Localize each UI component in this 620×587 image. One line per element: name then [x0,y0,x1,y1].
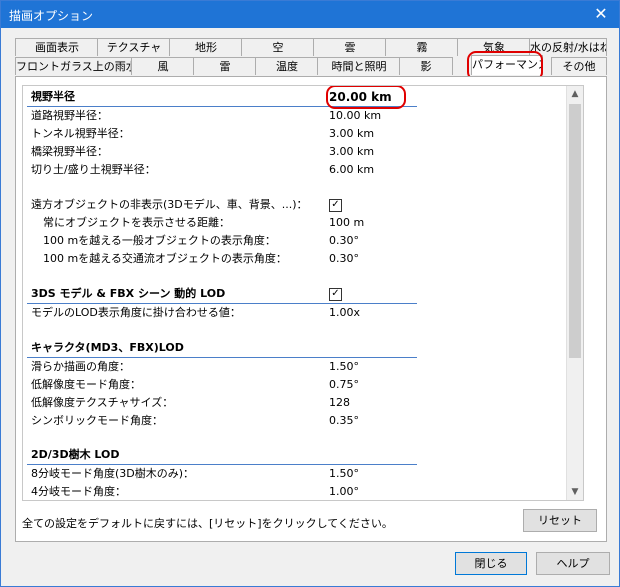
lowres-tex-value[interactable]: 128 [329,394,350,412]
always-dist-row[interactable]: 常にオブジェクトを表示させる距離： 100 m [27,214,417,232]
road-radius-label: 道路視野半径： [31,109,108,122]
tab-texture[interactable]: テクスチャ [97,38,171,56]
reset-button[interactable]: リセット [523,509,597,532]
tunnel-radius-value[interactable]: 3.00 km [329,125,374,143]
traffic-angle-row[interactable]: 100 mを越える交通流オブジェクトの表示角度： 0.30° [27,250,417,268]
cut-radius-row[interactable]: 切り土/盛り土視野半径： 6.00 km [27,161,417,179]
general-angle-row[interactable]: 100 mを越える一般オブジェクトの表示角度： 0.30° [27,232,417,250]
tab-other[interactable]: その他 [551,57,607,75]
symbolic-angle-value[interactable]: 0.35° [329,412,359,430]
tree-section-row: 2D/3D樹木 LOD [27,446,417,465]
title-bar: 描画オプション ✕ [1,1,619,28]
traffic-angle-label: 100 mを越える交通流オブジェクトの表示角度： [43,252,287,265]
lod-multiplier-label: モデルのLOD表示角度に掛け合わせる値： [31,306,241,319]
tab-display[interactable]: 画面表示 [15,38,99,56]
tunnel-radius-label: トンネル視野半径： [31,127,130,140]
tab-sky[interactable]: 空 [241,38,315,56]
tab-shadow[interactable]: 影 [399,57,453,75]
cut-radius-label: 切り土/盛り土視野半径： [31,163,156,176]
char-section-label: キャラクタ(MD3、FBX)LOD [31,341,184,354]
lowres-angle-value[interactable]: 0.75° [329,376,359,394]
lod-multiplier-value[interactable]: 1.00x [329,304,360,322]
value-highlight-circle [326,86,406,109]
far-hide-checkbox[interactable]: ✓ [329,199,342,212]
tree4-angle-value[interactable]: 1.00° [329,483,359,500]
scroll-up-icon[interactable]: ▲ [567,86,583,102]
bridge-radius-label: 橋梁視野半径： [31,145,108,158]
cut-radius-value[interactable]: 6.00 km [329,161,374,179]
tunnel-radius-row[interactable]: トンネル視野半径： 3.00 km [27,125,417,143]
vertical-scrollbar[interactable]: ▲ ▼ [566,86,583,500]
close-icon[interactable]: ✕ [589,3,613,25]
tab-terrain[interactable]: 地形 [169,38,243,56]
options-dialog: 描画オプション ✕ 画面表示 テクスチャ 地形 空 雲 霧 気象 水の反射/水は… [0,0,620,587]
char-section-row: キャラクタ(MD3、FBX)LOD [27,339,417,358]
scroll-down-icon[interactable]: ▼ [567,484,583,500]
smooth-angle-label: 滑らか描画の角度： [31,360,130,373]
reset-hint-text: 全ての設定をデフォルトに戻すには、[リセット]をクリックしてください。 [22,517,393,530]
lod-checkbox[interactable]: ✓ [329,288,342,301]
performance-panel: 視野半径 20.00 km 道路視野半径： 10.00 km トンネル視野半径：… [15,76,607,542]
symbolic-angle-label: シンボリックモード角度： [31,414,163,427]
scroll-thumb[interactable] [569,104,581,358]
lod-multiplier-row[interactable]: モデルのLOD表示角度に掛け合わせる値： 1.00x [27,304,417,322]
tab-clouds[interactable]: 雲 [313,38,387,56]
tab-lightning[interactable]: 雷 [193,57,257,75]
lowres-tex-label: 低解像度テクスチャサイズ： [31,396,174,409]
bridge-radius-row[interactable]: 橋梁視野半径： 3.00 km [27,143,417,161]
traffic-angle-value[interactable]: 0.30° [329,250,359,268]
far-hide-label: 遠方オブジェクトの非表示(3Dモデル、車、背景、...)： [31,198,308,211]
tree4-angle-label: 4分岐モード角度： [31,485,126,498]
tab-temperature[interactable]: 温度 [255,57,319,75]
tab-windshield-rain[interactable]: フロントガラス上の雨水 [15,57,133,75]
tree8-angle-value[interactable]: 1.50° [329,465,359,483]
lod-section-label: 3DS モデル & FBX シーン 動的 LOD [31,287,226,300]
always-dist-label: 常にオブジェクトを表示させる距離： [43,216,230,229]
smooth-angle-row[interactable]: 滑らか描画の角度： 1.50° [27,358,417,376]
tab-wind[interactable]: 風 [131,57,195,75]
settings-list: 視野半径 20.00 km 道路視野半径： 10.00 km トンネル視野半径：… [22,85,584,501]
road-radius-row[interactable]: 道路視野半径： 10.00 km [27,107,417,125]
always-dist-value[interactable]: 100 m [329,214,364,232]
symbolic-angle-row[interactable]: シンボリックモード角度： 0.35° [27,412,417,430]
close-button[interactable]: 閉じる [455,552,527,575]
road-radius-value[interactable]: 10.00 km [329,107,381,125]
tab-fog[interactable]: 霧 [385,38,459,56]
lowres-angle-row[interactable]: 低解像度モード角度： 0.75° [27,376,417,394]
lowres-tex-row[interactable]: 低解像度テクスチャサイズ： 128 [27,394,417,412]
view-radius-label: 視野半径 [31,90,75,103]
smooth-angle-value[interactable]: 1.50° [329,358,359,376]
tab-time-lighting[interactable]: 時間と照明 [317,57,401,75]
tree-section-label: 2D/3D樹木 LOD [31,448,120,461]
window-title: 描画オプション [9,9,94,23]
far-hide-row[interactable]: 遠方オブジェクトの非表示(3Dモデル、車、背景、...)： ✓ [27,196,417,214]
general-angle-label: 100 mを越える一般オブジェクトの表示角度： [43,234,276,247]
lod-section-row[interactable]: 3DS モデル & FBX シーン 動的 LOD ✓ [27,285,417,304]
tree8-angle-row[interactable]: 8分岐モード角度(3D樹木のみ)： 1.50° [27,465,417,483]
bridge-radius-value[interactable]: 3.00 km [329,143,374,161]
tree8-angle-label: 8分岐モード角度(3D樹木のみ)： [31,467,195,480]
tree4-angle-row[interactable]: 4分岐モード角度： 1.00° [27,483,417,500]
lowres-angle-label: 低解像度モード角度： [31,378,141,391]
general-angle-value[interactable]: 0.30° [329,232,359,250]
help-button[interactable]: ヘルプ [536,552,610,575]
